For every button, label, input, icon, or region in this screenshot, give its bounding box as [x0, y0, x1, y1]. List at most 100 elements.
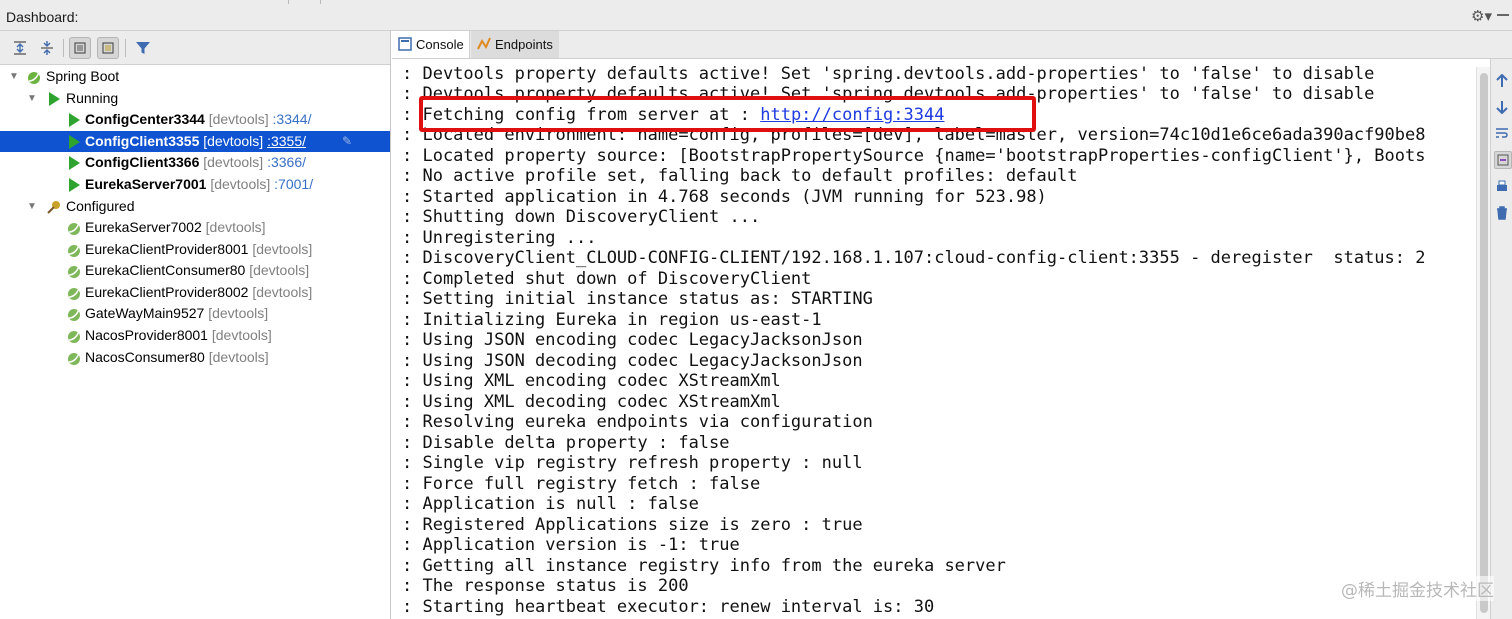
expand-arrow-icon[interactable]: ▼ [27, 88, 37, 109]
group-by-status-icon[interactable] [97, 37, 119, 59]
expand-all-icon[interactable] [9, 37, 31, 59]
console-line: : Initializing Eureka in region us-east-… [402, 310, 822, 330]
expand-arrow-icon[interactable]: ▼ [27, 196, 37, 217]
console-line: : Completed shut down of DiscoveryClient [402, 269, 812, 289]
console-line: : Devtools property defaults active! Set… [402, 84, 1375, 104]
scroll-to-end-icon[interactable] [1494, 151, 1512, 169]
console-scrollbar[interactable] [1476, 67, 1491, 619]
window-title: Dashboard: [6, 9, 79, 25]
clear-trash-icon[interactable] [1494, 205, 1510, 221]
services-tree-panel: ▼ Spring Boot ▼ Running ConfigCenter3344… [0, 31, 391, 619]
tree-node-configured[interactable]: ▼ Configured [0, 196, 390, 217]
tab-label: Endpoints [495, 37, 553, 52]
console-line: : Starting heartbeat executor: renew int… [402, 597, 935, 617]
tree-item-eurekaclientconsumer80[interactable]: EurekaClientConsumer80 [devtools] [0, 260, 390, 281]
console-line-text: : Fetching config from server at : [402, 105, 761, 125]
tree-label: Running [66, 90, 119, 106]
console-line-fetching-config: : Fetching config from server at : http:… [402, 105, 944, 125]
settings-gear-icon[interactable]: ⚙▾ [1471, 7, 1492, 25]
console-line: : The response status is 200 [402, 576, 689, 596]
service-name: EurekaClientProvider8002 [85, 284, 249, 300]
group-by-type-icon[interactable] [69, 37, 91, 59]
edit-pencil-icon[interactable]: ✎ [342, 131, 352, 152]
soft-wrap-icon[interactable] [1494, 125, 1510, 141]
spring-boot-icon [68, 287, 80, 300]
tree-item-eurekaclientprovider8001[interactable]: EurekaClientProvider8001 [devtools] [0, 239, 390, 260]
console-line: : Disable delta property : false [402, 433, 730, 453]
devtools-tag: [devtools] [252, 284, 313, 300]
service-details-panel: Console Endpoints : Devtools property de… [392, 31, 1512, 619]
spring-boot-icon [28, 71, 40, 84]
devtools-tag: [devtools] [205, 219, 266, 235]
spring-boot-icon [68, 244, 80, 257]
service-name: EurekaClientProvider8001 [85, 241, 249, 257]
scrollbar-thumb[interactable] [1480, 73, 1488, 613]
tree-item-configcenter3344[interactable]: ConfigCenter3344 [devtools] :3344/ [0, 109, 390, 130]
console-line: : Located environment: name=config, prof… [402, 125, 1426, 145]
tree-toolbar [0, 31, 390, 65]
tree-item-eurekaserver7002[interactable]: EurekaServer7002 [devtools] [0, 217, 390, 238]
expand-arrow-icon[interactable]: ▼ [9, 66, 19, 87]
console-line: : Using JSON encoding codec LegacyJackso… [402, 330, 863, 350]
details-tabs: Console Endpoints [392, 31, 1512, 59]
console-line: : Getting all instance registry info fro… [402, 556, 1006, 576]
console-line: : Shutting down DiscoveryClient ... [402, 207, 761, 227]
port-link[interactable]: :3366/ [267, 154, 306, 170]
tab-console[interactable]: Console [392, 31, 470, 58]
tab-endpoints[interactable]: Endpoints [471, 31, 559, 58]
service-name: GateWayMain9527 [85, 305, 205, 321]
console-line: : No active profile set, falling back to… [402, 166, 1078, 186]
tree-item-nacosprovider8001[interactable]: NacosProvider8001 [devtools] [0, 325, 390, 346]
collapse-all-icon[interactable] [36, 37, 58, 59]
tab-label: Console [416, 37, 464, 52]
console-side-toolbar [1490, 59, 1512, 619]
console-line: : Started application in 4.768 seconds (… [402, 187, 1047, 207]
console-line: : Single vip registry refresh property :… [402, 453, 863, 473]
port-link[interactable]: :3344/ [273, 111, 312, 127]
minimize-icon[interactable] [1497, 14, 1509, 16]
tree-item-nacosconsumer80[interactable]: NacosConsumer80 [devtools] [0, 347, 390, 368]
print-icon[interactable] [1494, 179, 1510, 195]
run-icon [49, 92, 60, 106]
port-link[interactable]: :3355/ [267, 133, 306, 149]
tree-label: Spring Boot [46, 68, 120, 84]
port-link[interactable]: :7001/ [274, 176, 313, 192]
run-icon [69, 178, 80, 192]
tree-item-eurekaclientprovider8002[interactable]: EurekaClientProvider8002 [devtools] [0, 282, 390, 303]
service-name: NacosProvider8001 [85, 327, 208, 343]
tree-item-configclient3355[interactable]: ConfigClient3355 [devtools] :3355/ ✎ [0, 131, 390, 152]
console-line: : Application is null : false [402, 494, 699, 514]
configured-icon [47, 201, 60, 214]
console-line: : Devtools property defaults active! Set… [402, 64, 1375, 84]
devtools-tag: [devtools] [249, 262, 310, 278]
service-name: EurekaClientConsumer80 [85, 262, 246, 278]
devtools-tag: [devtools] [208, 305, 269, 321]
spring-boot-icon [68, 330, 80, 343]
service-name: EurekaServer7001 [85, 176, 207, 192]
scroll-up-icon[interactable] [1494, 73, 1510, 89]
console-line: : Using XML decoding codec XStreamXml [402, 392, 781, 412]
run-icon [69, 113, 80, 127]
service-name: ConfigCenter3344 [85, 111, 205, 127]
devtools-tag: [devtools] [208, 111, 269, 127]
tree-item-gatewaymain9527[interactable]: GateWayMain9527 [devtools] [0, 303, 390, 324]
spring-boot-icon [68, 308, 80, 321]
service-name: EurekaServer7002 [85, 219, 202, 235]
console-line: : Registered Applications size is zero :… [402, 515, 863, 535]
spring-boot-icon [68, 265, 80, 278]
tree-node-running[interactable]: ▼ Running [0, 88, 390, 109]
console-output[interactable]: : Devtools property defaults active! Set… [392, 59, 1475, 619]
console-line: : Using XML encoding codec XStreamXml [402, 371, 781, 391]
tree-item-eurekaserver7001[interactable]: EurekaServer7001 [devtools] :7001/ [0, 174, 390, 195]
endpoints-icon [477, 37, 491, 50]
dashboard-title-bar: Dashboard: ⚙▾ [0, 0, 1512, 31]
tree-item-configclient3366[interactable]: ConfigClient3366 [devtools] :3366/ [0, 152, 390, 173]
scroll-down-icon[interactable] [1494, 99, 1510, 115]
service-name: ConfigClient3355 [85, 133, 200, 149]
config-server-link[interactable]: http://config:3344 [760, 105, 944, 125]
devtools-tag: [devtools] [203, 154, 264, 170]
tree-node-spring-boot[interactable]: ▼ Spring Boot [0, 66, 390, 87]
devtools-tag: [devtools] [252, 241, 313, 257]
filter-icon[interactable] [132, 37, 154, 59]
tree-label: Configured [66, 198, 135, 214]
